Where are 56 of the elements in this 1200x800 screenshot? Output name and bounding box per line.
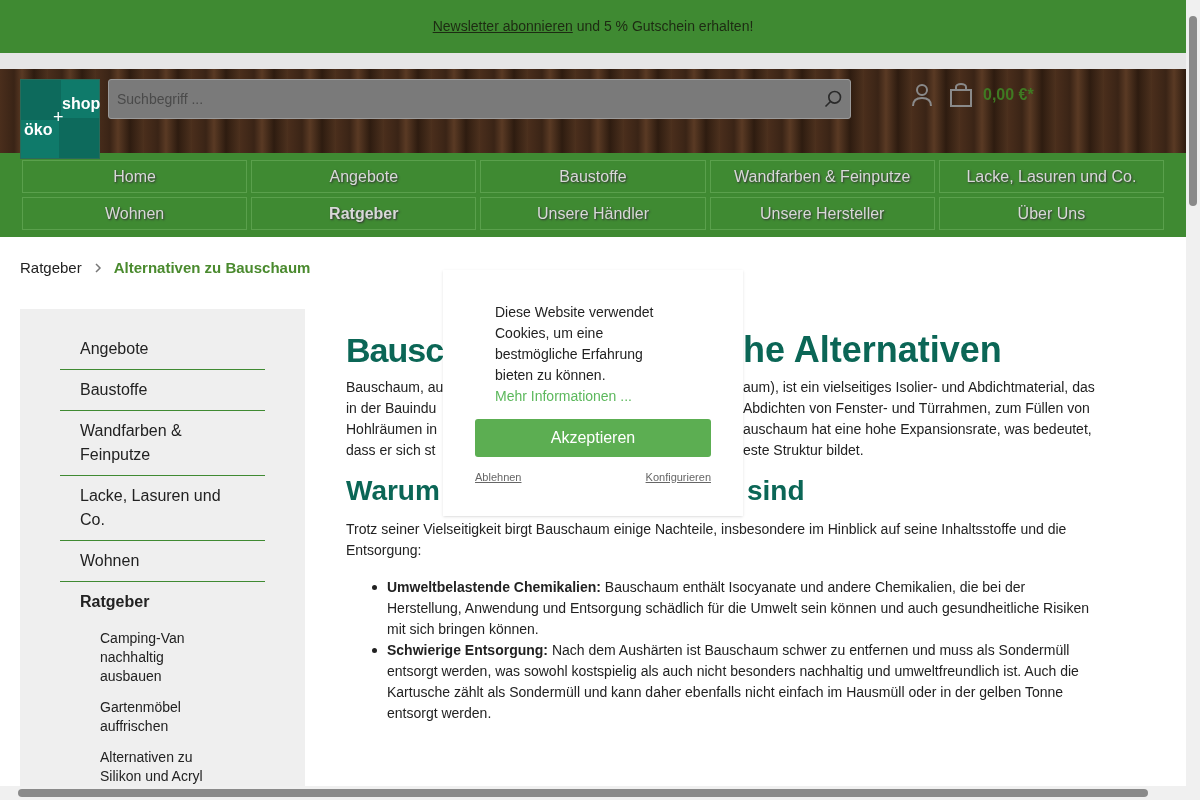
sidebar-subitem[interactable]: Alternativen zu Silikon und Acryl xyxy=(60,743,265,786)
paragraph-text: Bauschaum, au xyxy=(346,379,444,395)
nav-item[interactable]: Baustoffe xyxy=(480,160,706,193)
sidebar-item[interactable]: Angebote xyxy=(60,329,265,369)
nav-item[interactable]: Home xyxy=(22,160,248,193)
nav-item[interactable]: Wandfarben & Feinputze xyxy=(709,160,935,193)
nav-item[interactable]: Unsere Hersteller xyxy=(709,197,935,230)
paragraph-text: Abdichten von Fenster- und Türrahmen, zum Füllen von xyxy=(743,399,1090,418)
paragraph-text: in der Bauindu xyxy=(346,400,437,416)
bullet-icon xyxy=(372,648,377,653)
decline-link[interactable]: Ablehnen xyxy=(475,469,522,486)
account-icon[interactable] xyxy=(911,83,933,107)
list-item-text: Umweltbelastende Chemikalien: Bauschaum enthält Isocyanate und andere Chemikalien, die bei der Herstellung, Anwendung und Entsorgung schädlich für die Umwelt sein können und auch gesundheitliche Risiken mit sich bringen können. xyxy=(387,578,1090,639)
section-heading: Warum xyxy=(346,474,440,508)
configure-link[interactable]: Konfigurieren xyxy=(645,469,711,486)
logo-text: öko xyxy=(24,122,53,138)
nav-item[interactable]: Unsere Händler xyxy=(480,197,706,230)
article-heading: he Alternativen xyxy=(743,328,1002,372)
bullet-icon xyxy=(372,585,377,590)
newsletter-link[interactable]: Newsletter abonnieren xyxy=(432,18,573,34)
paragraph-text: Hohlräumen in xyxy=(346,421,438,437)
logo-plus: + xyxy=(53,108,64,126)
sidebar-item[interactable]: Ratgeber xyxy=(60,582,265,622)
promo-text: Newsletter abonnieren und 5 % Gutschein erhalten! xyxy=(432,17,754,36)
sidebar-subitem[interactable]: Camping-Van nachhaltig ausbauen xyxy=(60,624,265,691)
paragraph-text: aum), ist ein vielseitiges Isolier- und Abdichtmaterial, das xyxy=(743,378,1095,397)
horizontal-scrollbar[interactable] xyxy=(0,786,1200,800)
breadcrumb-link[interactable]: Ratgeber xyxy=(20,256,82,280)
vertical-scrollbar[interactable] xyxy=(1186,0,1200,786)
paragraph-text: dass er sich st xyxy=(346,442,436,458)
paragraph-text: auschaum hat eine hohe Expansionsrate, was bedeutet, xyxy=(743,420,1092,439)
nav-item[interactable]: Wohnen xyxy=(22,197,248,230)
search-icon[interactable] xyxy=(823,89,843,109)
cookie-text: Diese Website verwendet Cookies, um eine bestmögliche Erfahrung bieten zu können. xyxy=(494,303,655,385)
more-info-link[interactable]: Mehr Informationen ... xyxy=(475,386,711,407)
nav-item[interactable]: Lacke, Lasuren und Co. xyxy=(938,160,1164,193)
breadcrumb-current: Alternativen zu Bauschaum xyxy=(113,257,311,278)
paragraph-text: este Struktur bildet. xyxy=(743,441,864,460)
shopping-bag-icon[interactable] xyxy=(949,83,973,107)
section-heading: sind xyxy=(746,474,805,508)
sidebar-subitem[interactable]: Gartenmöbel auffrischen xyxy=(60,693,265,741)
sidebar-item[interactable]: Wohnen xyxy=(60,541,265,581)
sidebar-item[interactable]: Wandfarben & Feinputze xyxy=(60,411,265,475)
list-item-text: Schwierige Entsorgung: Nach dem Aushärten ist Bauschaum schwer zu entfernen und muss als Sondermüll entsorgt werden, was sowohl kostspielig als auch nicht besonders nachhaltig und umweltfreundlich ist. Auch die Kartusche zählt als Sondermüll und kann daher ebenfalls nicht einfach im Hausmüll oder in der gelben Tonne entsorgt werden. xyxy=(387,641,1080,723)
article-heading: Bausc xyxy=(346,329,444,371)
nav-item[interactable]: Über Uns xyxy=(938,197,1164,230)
nav-item[interactable]: Ratgeber xyxy=(251,197,477,230)
sidebar-item[interactable]: Baustoffe xyxy=(60,370,265,410)
cart-total[interactable]: 0,00 €* xyxy=(983,83,1034,107)
logo-text: shop xyxy=(62,96,101,112)
logo[interactable]: öko shop + xyxy=(20,79,100,159)
sidebar-item[interactable]: Lacke, Lasuren und Co. xyxy=(60,476,265,540)
nav-item[interactable]: Angebote xyxy=(251,160,477,193)
paragraph-text: Trotz seiner Vielseitigkeit birgt Bauschaum einige Nachteile, insbesondere im Hinblick auf seine Inhaltsstoffe und die Entsorgung: xyxy=(346,520,1068,560)
chevron-right-icon xyxy=(93,263,102,273)
accept-button[interactable]: Akzeptieren xyxy=(475,419,711,457)
